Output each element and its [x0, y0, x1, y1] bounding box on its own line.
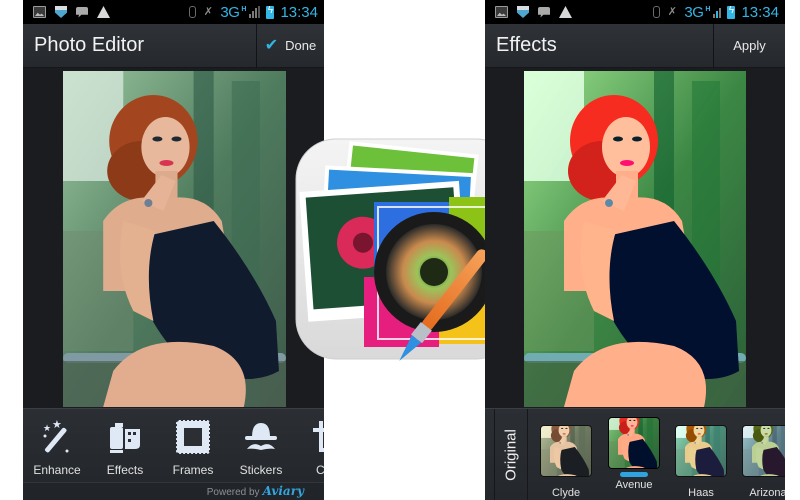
- effect-label: Haas: [688, 487, 714, 499]
- status-bar: ✗ 3G H 13:34: [485, 0, 785, 24]
- battery-icon: [727, 5, 736, 19]
- effect-arizona[interactable]: Arizona: [740, 425, 785, 499]
- screen-title: Photo Editor: [34, 34, 145, 56]
- tool-label: Enhance: [33, 463, 81, 477]
- bluetooth-icon: [653, 6, 661, 18]
- tool-label: Frames: [172, 463, 214, 477]
- effect-label: Arizona: [749, 487, 785, 499]
- signal-icon: [713, 6, 722, 18]
- tool-crop[interactable]: Crop: [295, 409, 324, 482]
- apply-label: Apply: [733, 38, 766, 53]
- tool-effects[interactable]: Effects: [91, 409, 159, 482]
- effects-screen: ✗ 3G H 13:34 Effects Apply Original Clyd…: [485, 0, 785, 500]
- clock: 13:34: [280, 3, 318, 21]
- action-bar: Photo Editor ✔ Done: [23, 23, 324, 68]
- screen-title: Effects: [496, 34, 557, 56]
- network-type: 3G: [684, 3, 704, 21]
- svg-text:★: ★: [43, 423, 51, 433]
- film-roll-icon: [110, 423, 140, 453]
- crop-icon: [313, 421, 324, 452]
- network-type: 3G: [220, 3, 240, 21]
- photo-preview[interactable]: [524, 71, 746, 407]
- selection-indicator: [620, 472, 648, 477]
- warning-icon: [97, 6, 110, 18]
- chat-icon: [76, 6, 88, 18]
- tool-frames[interactable]: Frames: [159, 409, 227, 482]
- frame-icon: [176, 420, 210, 454]
- photo-preview[interactable]: [63, 71, 286, 407]
- powered-by-text: Powered by: [206, 487, 260, 498]
- hat-mustache-icon: [245, 423, 277, 450]
- checkmark-icon: ✔: [264, 36, 279, 54]
- clock: 13:34: [741, 3, 779, 21]
- tool-enhance[interactable]: ★ ★ Enhance: [23, 409, 91, 482]
- original-label: Original: [502, 428, 520, 481]
- photo-canvas: [23, 69, 324, 408]
- effect-avenue[interactable]: Avenue: [606, 417, 662, 491]
- battery-icon: [266, 5, 275, 19]
- effect-clyde[interactable]: Clyde: [538, 425, 594, 499]
- action-bar: Effects Apply: [485, 23, 785, 68]
- mute-icon: ✗: [203, 6, 213, 18]
- effect-thumbnail: [540, 425, 592, 477]
- effect-label: Clyde: [551, 487, 581, 499]
- chat-icon: [538, 6, 550, 18]
- aviary-logo: Aviary: [262, 484, 304, 498]
- tool-label: Effects: [106, 463, 144, 477]
- original-button[interactable]: Original: [495, 409, 528, 500]
- signal-icon: [249, 6, 261, 18]
- tool-stickers[interactable]: Stickers: [227, 409, 295, 482]
- effect-thumbnail: [608, 417, 660, 469]
- tool-bar: ★ ★ Enhance Effects Frames Stickers C: [23, 408, 324, 482]
- photo-editor-screen: ✗ 3G H 13:34 Photo Editor ✔ Done ★ ★: [23, 0, 324, 500]
- network-sub: H: [705, 5, 711, 13]
- apply-button[interactable]: Apply: [713, 23, 785, 68]
- photo-canvas: [485, 69, 785, 408]
- done-button[interactable]: ✔ Done: [256, 23, 324, 68]
- effect-label: Avenue: [615, 479, 653, 491]
- effect-thumbnail: [742, 425, 785, 477]
- done-label: Done: [285, 38, 317, 53]
- effects-filmstrip: Original Clyde Avenue Haas Arizona: [485, 408, 785, 500]
- effect-thumbnail: [675, 425, 727, 477]
- shield-icon: [517, 6, 529, 18]
- bluetooth-icon: [189, 6, 197, 18]
- gallery-icon: [33, 6, 46, 18]
- network-sub: H: [241, 5, 247, 13]
- tool-label: Crop: [315, 463, 324, 477]
- magic-wand-icon: ★ ★: [43, 419, 69, 453]
- warning-icon: [559, 6, 572, 18]
- mute-icon: ✗: [667, 6, 677, 18]
- powered-by: Powered by Aviary: [23, 482, 324, 500]
- effect-haas[interactable]: Haas: [673, 425, 729, 499]
- status-bar: ✗ 3G H 13:34: [23, 0, 324, 24]
- tool-label: Stickers: [239, 463, 283, 477]
- svg-text:★: ★: [52, 419, 62, 431]
- shield-icon: [55, 6, 67, 18]
- gallery-icon: [495, 6, 508, 18]
